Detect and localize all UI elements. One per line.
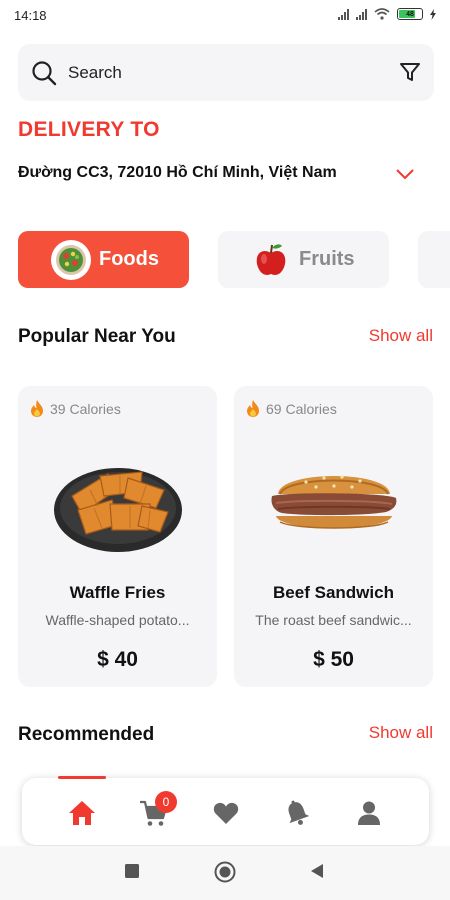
beef-sandwich-icon (271, 475, 397, 529)
category-list: Foods Fruits (18, 231, 450, 289)
status-icons: 48 (338, 8, 436, 20)
status-time: 14:18 (14, 8, 47, 23)
battery-icon: 48 (397, 8, 423, 20)
wifi-icon (374, 8, 390, 20)
delivery-label: DELIVERY TO (18, 118, 160, 141)
calories-text: 69 Calories (266, 400, 337, 417)
category-label-foods: Foods (99, 248, 159, 270)
apple-icon (256, 243, 286, 275)
nav-active-indicator (58, 776, 106, 779)
recent-apps-icon[interactable] (124, 863, 140, 879)
cart-count-badge: 0 (155, 791, 177, 813)
signal-icon-2 (356, 8, 367, 20)
status-bar: 14:18 48 (0, 0, 450, 34)
popular-show-all-link[interactable]: Show all (369, 326, 433, 346)
charging-icon (430, 8, 436, 20)
delivery-address[interactable]: Đường CC3, 72010 Hồ Chí Minh, Việt Nam (18, 164, 337, 182)
category-more[interactable] (418, 231, 450, 288)
recommended-title: Recommended (18, 724, 155, 745)
home-button-icon[interactable] (214, 861, 236, 883)
food-price: $ 40 (97, 648, 138, 671)
category-fruits[interactable]: Fruits (218, 231, 389, 288)
food-name: Waffle Fries (69, 583, 166, 602)
category-label-fruits: Fruits (299, 248, 355, 270)
bottom-navigation: 0 (22, 776, 429, 845)
profile-icon[interactable] (354, 798, 384, 828)
salad-bowl-icon (51, 239, 91, 280)
calories: 69 Calories (246, 400, 337, 417)
home-icon[interactable] (67, 798, 97, 828)
back-icon[interactable] (310, 863, 324, 879)
food-description: The roast beef sandwic... (255, 612, 412, 628)
food-description: Waffle-shaped potato... (45, 612, 190, 628)
heart-icon[interactable] (211, 798, 241, 828)
calories-text: 39 Calories (50, 400, 121, 417)
calories: 39 Calories (30, 400, 121, 417)
system-navigation-bar (0, 846, 450, 900)
waffle-fries-icon (54, 468, 182, 552)
filter-icon[interactable] (398, 60, 422, 84)
recommended-show-all-link[interactable]: Show all (369, 723, 433, 743)
food-price: $ 50 (313, 648, 354, 671)
food-name: Beef Sandwich (273, 583, 394, 602)
search-input[interactable]: Search (68, 63, 122, 83)
food-card[interactable]: 69 Calories Beef Sandwich The roast beef… (234, 386, 433, 687)
category-foods[interactable]: Foods (18, 231, 189, 288)
signal-icon (338, 8, 349, 20)
fire-icon (247, 400, 259, 417)
bell-icon[interactable] (282, 798, 312, 828)
food-card[interactable]: 39 Calories Waffle Fries Waffle-shaped p… (18, 386, 217, 687)
search-icon (32, 61, 57, 86)
popular-title: Popular Near You (18, 326, 176, 347)
battery-level: 48 (406, 10, 414, 18)
chevron-down-icon[interactable] (394, 164, 416, 184)
search-bar[interactable]: Search (18, 44, 434, 101)
fire-icon (31, 400, 43, 417)
